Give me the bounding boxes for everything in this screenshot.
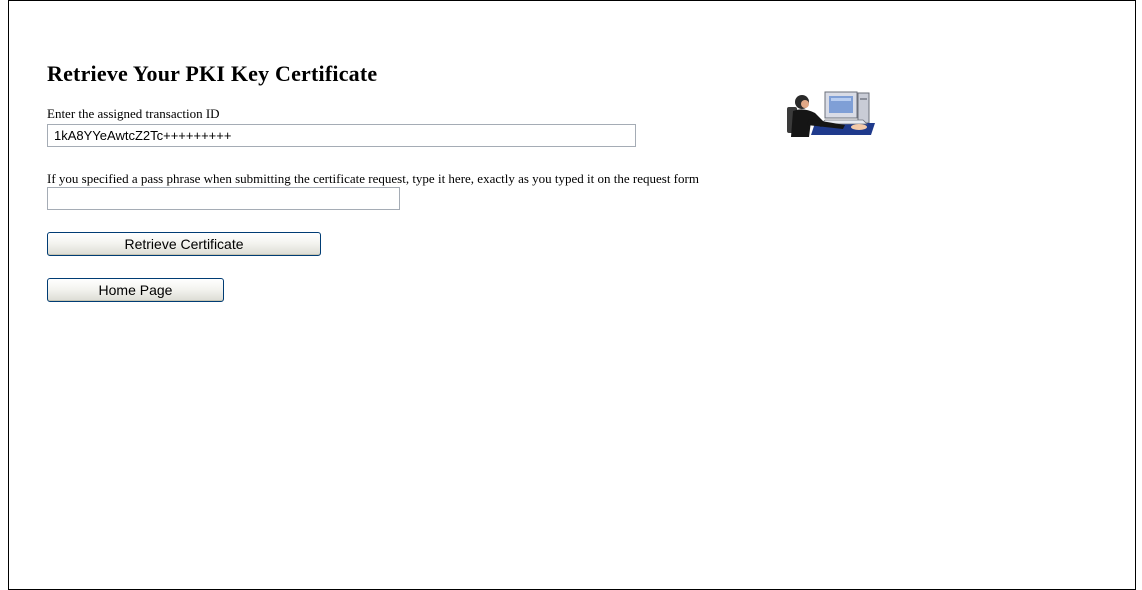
home-page-button[interactable]: Home Page	[47, 278, 224, 302]
page-title: Retrieve Your PKI Key Certificate	[47, 61, 378, 86]
transaction-id-label: Enter the assigned transaction ID	[47, 106, 220, 121]
page-frame: Retrieve Your PKI Key Certificate Enter …	[8, 0, 1136, 590]
transaction-id-input[interactable]: 1kA8YYeAwtcZ2Tc+++++++++	[47, 124, 636, 147]
retrieve-certificate-button[interactable]: Retrieve Certificate	[47, 232, 321, 256]
pass-phrase-label: If you specified a pass phrase when subm…	[47, 171, 699, 186]
pass-phrase-input[interactable]	[47, 187, 400, 210]
person-at-computer-icon	[787, 91, 875, 137]
